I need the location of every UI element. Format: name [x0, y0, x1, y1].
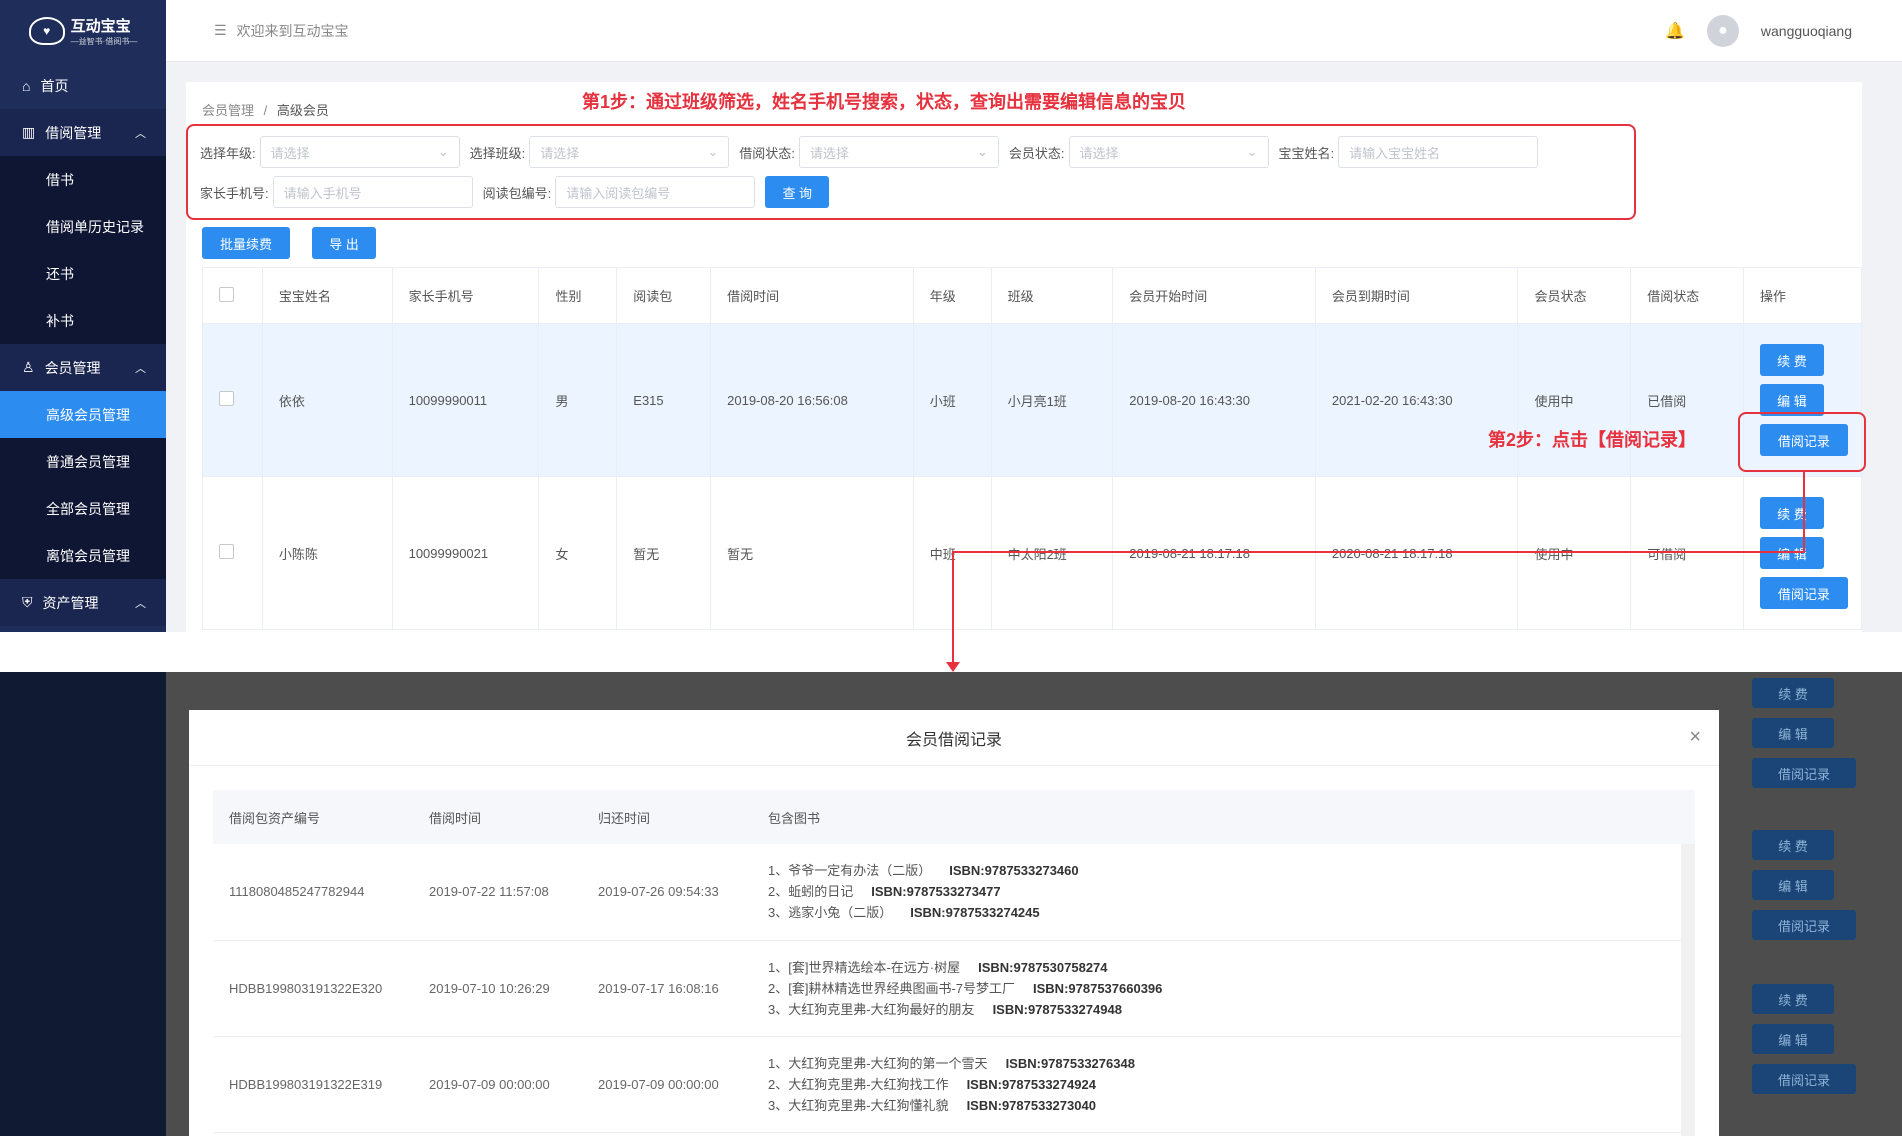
backdrop-edit-button: 编 辑 [1752, 718, 1834, 748]
book-title: 3、逃家小兔（二版） [768, 905, 893, 921]
backdrop-edit-button: 编 辑 [1752, 1024, 1834, 1054]
cell-borrow: 2019-07-10 10:26:29 [413, 940, 582, 1037]
cell-books: 1、大红狗克里弗-大红狗的第一个雪天 ISBN:9787533276348 2、大红… [752, 1036, 1695, 1133]
borrow-record-table: 借阅包资产编号 借阅时间 归还时间 包含图书 11180804852477829… [213, 790, 1695, 1133]
close-icon[interactable]: × [1689, 726, 1701, 749]
book-line: 2、蚯蚓的日记 ISBN:9787533273477 [768, 881, 1695, 902]
book-title: 3、大红狗克里弗-大红狗最好的朋友 [768, 1001, 975, 1017]
col-header: 借阅时间 [413, 790, 582, 844]
book-line: 3、大红狗克里弗-大红狗最好的朋友 ISBN:9787533274948 [768, 999, 1695, 1020]
book-isbn: ISBN:9787533273477 [871, 884, 1001, 900]
cell-asset: 1118080485247782944 [213, 844, 413, 941]
borrow-record-modal: 会员借阅记录 × 借阅包资产编号 借阅时间 归还时间 包含图书 11180804… [189, 710, 1719, 1136]
book-title: 2、大红狗克里弗-大红狗找工作 [768, 1076, 949, 1092]
book-title: 3、大红狗克里弗-大红狗懂礼貌 [768, 1097, 949, 1113]
table-header: 借阅包资产编号 借阅时间 归还时间 包含图书 [213, 790, 1695, 844]
book-line: 2、大红狗克里弗-大红狗找工作 ISBN:9787533274924 [768, 1074, 1695, 1095]
book-line: 3、逃家小兔（二版） ISBN:9787533274245 [768, 902, 1695, 923]
table-row: 1118080485247782944 2019-07-22 11:57:08 20… [213, 844, 1695, 941]
book-line: 1、[套]世界精选绘本-在远方·树屋 ISBN:9787530758274 [768, 957, 1695, 978]
cell-return: 2019-07-26 09:54:33 [582, 844, 752, 941]
backdrop-record-button: 借阅记录 [1752, 758, 1856, 788]
cell-return: 2019-07-17 16:08:16 [582, 940, 752, 1037]
book-isbn: ISBN:9787533274924 [966, 1076, 1096, 1092]
cell-books: 1、[套]世界精选绘本-在远方·树屋 ISBN:9787530758274 2、[套… [752, 940, 1695, 1037]
table-row: HDBB199803191322E319 2019-07-09 00:00:00 2… [213, 1036, 1695, 1133]
col-header: 借阅包资产编号 [213, 790, 413, 844]
book-isbn: ISBN:9787533273040 [966, 1097, 1096, 1113]
book-isbn: ISBN:9787533274948 [992, 1001, 1122, 1017]
sidebar-backdrop [0, 672, 166, 1136]
col-header: 归还时间 [582, 790, 752, 844]
backdrop-renew-button: 续 费 [1752, 678, 1834, 708]
cell-return: 2019-07-09 00:00:00 [582, 1036, 752, 1133]
table-row: HDBB199803191322E320 2019-07-10 10:26:29 2… [213, 940, 1695, 1037]
modal-title: 会员借阅记录 [189, 710, 1719, 766]
book-title: 1、爷爷一定有办法（二版） [768, 863, 932, 879]
backdrop-record-button: 借阅记录 [1752, 1064, 1856, 1094]
backdrop-renew-button: 续 费 [1752, 830, 1834, 860]
col-header: 包含图书 [752, 790, 1695, 844]
cell-asset: HDBB199803191322E320 [213, 940, 413, 1037]
book-isbn: ISBN:9787533274245 [910, 905, 1040, 921]
book-isbn: ISBN:9787530758274 [978, 959, 1108, 975]
backdrop-renew-button: 续 费 [1752, 984, 1834, 1014]
cell-asset: HDBB199803191322E319 [213, 1036, 413, 1133]
book-isbn: ISBN:9787533276348 [1005, 1055, 1135, 1071]
book-line: 1、爷爷一定有办法（二版） ISBN:9787533273460 [768, 860, 1695, 881]
book-title: 1、大红狗克里弗-大红狗的第一个雪天 [768, 1055, 988, 1071]
book-title: 2、[套]耕林精选世界经典图画书-7号梦工厂 [768, 980, 1016, 996]
backdrop-record-button: 借阅记录 [1752, 910, 1856, 940]
book-isbn: ISBN:9787537660396 [1033, 980, 1163, 996]
book-line: 3、大红狗克里弗-大红狗懂礼貌 ISBN:9787533273040 [768, 1095, 1695, 1116]
book-line: 1、大红狗克里弗-大红狗的第一个雪天 ISBN:9787533276348 [768, 1053, 1695, 1074]
book-title: 1、[套]世界精选绘本-在远方·树屋 [768, 959, 961, 975]
cell-books: 1、爷爷一定有办法（二版） ISBN:9787533273460 2、蚯蚓的日记 IS… [752, 844, 1695, 941]
book-line: 2、[套]耕林精选世界经典图画书-7号梦工厂 ISBN:9787537660396 [768, 978, 1695, 999]
cell-borrow: 2019-07-09 00:00:00 [413, 1036, 582, 1133]
book-isbn: ISBN:9787533273460 [949, 863, 1079, 879]
modal-scrollbar[interactable] [1681, 844, 1695, 1136]
cell-borrow: 2019-07-22 11:57:08 [413, 844, 582, 941]
modal-screen: 续 费 编 辑 借阅记录 续 费 编 辑 借阅记录 续 费 编 辑 借阅记录 会… [0, 672, 1902, 1136]
backdrop-edit-button: 编 辑 [1752, 870, 1834, 900]
book-title: 2、蚯蚓的日记 [768, 884, 854, 900]
